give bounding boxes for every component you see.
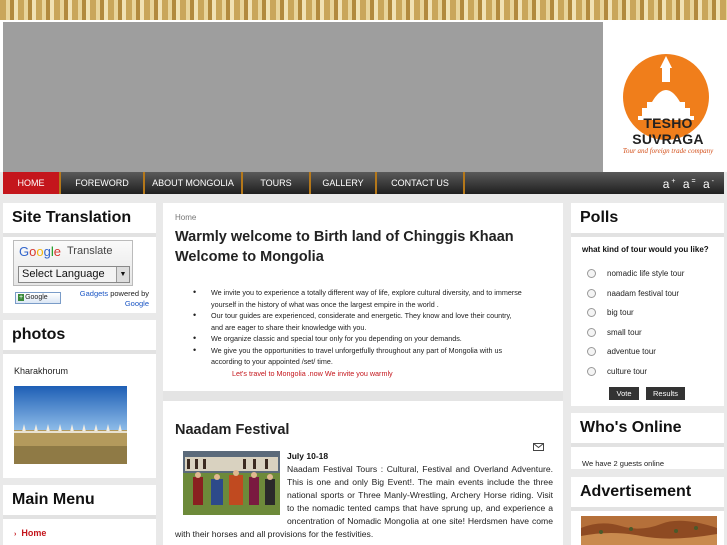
poll-option[interactable]: adventue tour <box>587 347 656 357</box>
font-increase-button[interactable]: a+ <box>663 177 678 191</box>
gadgets-link[interactable]: Gadgets <box>80 289 108 298</box>
poll-question: what kind of tour would you like? <box>582 245 709 254</box>
brand-name: TESHO SUVRAGA <box>632 115 704 147</box>
poll-option[interactable]: big tour <box>587 308 634 318</box>
page-title: Warmly welcome to Birth land of Chinggis… <box>175 229 514 265</box>
module-title-rule <box>571 233 724 237</box>
nav-home[interactable]: HOME <box>3 172 59 194</box>
module-title-rule <box>3 233 156 237</box>
nav-tours[interactable]: TOURS <box>243 172 309 194</box>
chevron-right-icon: › <box>14 531 17 538</box>
menu-item-home[interactable]: › Home <box>14 528 46 538</box>
content-divider <box>163 391 563 401</box>
font-decrease-button[interactable]: a= <box>683 177 698 191</box>
radio-button[interactable] <box>587 269 596 279</box>
module-title-rule <box>571 507 724 511</box>
image-float-spacer <box>175 463 287 516</box>
header: TESHO SUVRAGA Tour and foreign trade com… <box>0 20 727 172</box>
email-icon[interactable] <box>533 443 544 451</box>
radio-button[interactable] <box>587 347 596 357</box>
module-title: Polls <box>571 203 724 233</box>
list-item: Our tour guides are experienced, conside… <box>193 310 525 333</box>
poll-option[interactable]: small tour <box>587 328 642 338</box>
nav-contact-us[interactable]: CONTACT US <box>377 172 463 194</box>
site-translation-module: Site Translation Google Translate Select… <box>3 203 156 313</box>
chevron-down-icon[interactable]: ▼ <box>116 267 129 282</box>
online-count: We have 2 guests online <box>582 459 664 468</box>
logo-text: TESHO SUVRAGA Tour and foreign trade com… <box>614 115 722 155</box>
advertisement-image[interactable] <box>581 516 717 545</box>
poll-option[interactable]: nomadic life style tour <box>587 269 684 279</box>
radio-button[interactable] <box>587 328 596 338</box>
module-title: Who's Online <box>571 413 724 443</box>
list-item: We give you the opportunities to travel … <box>193 345 525 368</box>
nav-gallery[interactable]: GALLERY <box>311 172 375 194</box>
module-title: Main Menu <box>3 485 156 515</box>
whos-online-module: Who's Online We have 2 guests online <box>571 413 724 469</box>
intro-list: We invite you to experience a totally di… <box>193 287 525 368</box>
plus-icon: + <box>18 294 25 301</box>
google-link[interactable]: Google <box>125 299 149 308</box>
translate-label: Translate <box>67 245 113 257</box>
module-title: photos <box>3 320 156 350</box>
brand-tagline: Tour and foreign trade company <box>622 147 714 155</box>
language-select-value: Select Language <box>22 268 105 280</box>
nav-foreword[interactable]: FOREWORD <box>61 172 143 194</box>
module-title: Advertisement <box>571 477 724 507</box>
font-size-controls: a+ a= a- <box>663 172 716 194</box>
main-content: Home Warmly welcome to Birth land of Chi… <box>163 203 563 545</box>
radio-button[interactable] <box>587 289 596 299</box>
list-item: We invite you to experience a totally di… <box>193 287 525 310</box>
module-title-rule <box>3 515 156 519</box>
powered-by-google: Gadgets powered by Google <box>79 289 149 308</box>
add-to-google-button[interactable]: + Google <box>15 292 61 304</box>
decorative-top-strip <box>0 0 727 20</box>
language-select[interactable]: Select Language ▼ <box>18 266 130 283</box>
article-title[interactable]: Naadam Festival <box>175 422 289 438</box>
module-title-rule <box>571 443 724 447</box>
font-reset-button[interactable]: a- <box>703 177 716 191</box>
article-body: Naadam Festival Tours : Cultural, Festiv… <box>175 463 553 539</box>
list-item: We organize classic and special tour onl… <box>193 333 525 345</box>
main-menu-module: Main Menu › Home <box>3 485 156 545</box>
photo-caption: Kharakhorum <box>14 366 69 376</box>
advertisement-module: Advertisement <box>571 477 724 545</box>
invite-line: Let's travel to Mongolia .now We invite … <box>232 369 393 378</box>
kharakhorum-photo[interactable] <box>14 386 127 464</box>
nav-separator <box>463 172 465 194</box>
module-title: Site Translation <box>3 203 156 233</box>
google-translate-widget: Google Translate Select Language ▼ <box>13 240 133 286</box>
results-button[interactable]: Results <box>646 387 685 400</box>
polls-module: Polls what kind of tour would you like? … <box>571 203 724 406</box>
main-navigation: HOME FOREWORD ABOUT MONGOLIA TOURS GALLE… <box>3 172 724 194</box>
nav-about-mongolia[interactable]: ABOUT MONGOLIA <box>145 172 241 194</box>
radio-button[interactable] <box>587 367 596 377</box>
vote-button[interactable]: Vote <box>609 387 639 400</box>
breadcrumb[interactable]: Home <box>175 213 196 222</box>
poll-option[interactable]: culture tour <box>587 367 647 377</box>
poll-option[interactable]: naadam festival tour <box>587 289 679 299</box>
header-banner-image <box>3 22 603 172</box>
module-title-rule <box>3 350 156 354</box>
photos-module: photos Kharakhorum <box>3 320 156 478</box>
radio-button[interactable] <box>587 308 596 318</box>
article-date: July 10-18 <box>287 451 329 461</box>
google-logo: Google <box>19 244 61 259</box>
